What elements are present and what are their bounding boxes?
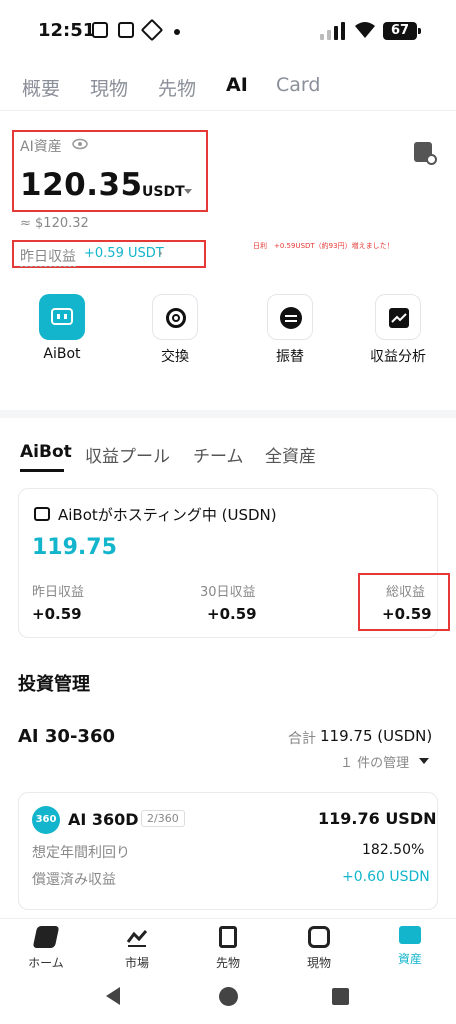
asset-value: 120.35 (20, 167, 143, 203)
robot-icon (34, 507, 50, 521)
nav-market[interactable]: 市場 (102, 926, 172, 971)
tab-spot[interactable]: 現物 (90, 74, 128, 101)
aibot-card-title: AiBotがホスティング中 (USDN) (58, 506, 277, 524)
item-amount: 119.76 USDN (318, 809, 437, 828)
action-label: AiBot (43, 346, 81, 362)
eye-icon[interactable] (72, 138, 88, 150)
wifi-icon (355, 22, 375, 38)
system-nav-bar (0, 970, 456, 1024)
robot-icon[interactable] (39, 294, 85, 340)
status-time: 12:51 (38, 20, 96, 41)
signal-icon (320, 22, 346, 40)
total-value: 119.75 (USDN) (320, 727, 433, 745)
spot-icon (308, 926, 330, 948)
yesterday-value[interactable]: +0.59 USDT (84, 246, 164, 261)
subtab-pool[interactable]: 収益プール (85, 442, 170, 467)
assets-icon (399, 926, 421, 944)
caret-down-icon[interactable] (419, 758, 429, 764)
tab-ai[interactable]: AI (226, 74, 248, 96)
manage-count[interactable]: １ 件の管理 (340, 752, 409, 771)
action-label: 振替 (276, 349, 304, 365)
status-bar: 12:51 67 (0, 0, 456, 62)
recents-icon[interactable] (332, 988, 349, 1005)
battery-icon: 67 (383, 22, 421, 40)
action-label: 交換 (161, 349, 189, 365)
chevron-right-icon[interactable]: › (158, 246, 163, 260)
stat-label: 総収益 (386, 585, 426, 600)
tab-card[interactable]: Card (276, 74, 320, 96)
product-name: AI 30-360 (18, 726, 115, 747)
section-divider (0, 410, 456, 418)
row-label: 償還済み収益 (32, 872, 116, 888)
app-root: 12:51 67 概要 現物 先物 AI Card AI資産 120.35 US… (0, 0, 456, 1024)
notification-icon (92, 22, 108, 38)
stat-label: 30日収益 (200, 585, 256, 600)
row-label: 想定年間利回り (32, 845, 130, 861)
exchange-icon[interactable] (152, 294, 198, 340)
nav-home[interactable]: ホーム (11, 926, 81, 971)
divider (0, 110, 456, 111)
notification-icon (118, 22, 134, 38)
action-label: 収益分析 (370, 349, 426, 365)
asset-unit[interactable]: USDT (142, 184, 185, 200)
stat-label: 昨日収益 (32, 585, 85, 600)
futures-icon (219, 926, 237, 948)
tab-overview[interactable]: 概要 (22, 74, 60, 101)
notification-dot-icon (174, 29, 180, 35)
row-value: +0.60 USDN (342, 869, 430, 885)
home-button-icon[interactable] (219, 987, 238, 1006)
home-icon (32, 926, 60, 948)
item-tag: 2/360 (141, 810, 185, 827)
product-badge-icon: 360 (32, 806, 60, 834)
annotation-note: 日利 +0.59USDT（約93円）増えました！ (253, 242, 394, 250)
yesterday-label: 昨日収益 (20, 246, 76, 267)
subtab-team[interactable]: チーム (193, 442, 244, 467)
clock-icon (426, 154, 437, 165)
item-name: AI 360D (68, 810, 139, 829)
subtab-indicator (20, 469, 64, 472)
tab-futures[interactable]: 先物 (158, 74, 196, 101)
investment-heading: 投資管理 (18, 674, 90, 695)
stat-value: +0.59 (32, 605, 82, 623)
total-label: 合計 (288, 731, 316, 747)
asset-approx: ≈ $120.32 (20, 216, 89, 231)
asset-label: AI資産 (20, 139, 62, 155)
caret-down-icon[interactable] (184, 189, 192, 194)
nav-futures[interactable]: 先物 (193, 926, 263, 971)
back-icon[interactable] (106, 987, 120, 1005)
subtab-all-assets[interactable]: 全資産 (265, 442, 316, 467)
stat-value: +0.59 (382, 605, 432, 623)
nav-assets[interactable]: 資産 (375, 926, 445, 967)
nav-spot[interactable]: 現物 (284, 926, 354, 971)
subtab-aibot[interactable]: AiBot (20, 442, 72, 462)
notification-icon (140, 18, 164, 42)
divider (0, 918, 456, 919)
row-value: 182.50% (362, 842, 425, 858)
stat-value: +0.59 (207, 605, 257, 623)
aibot-card-value: 119.75 (32, 535, 117, 560)
market-icon (126, 930, 148, 947)
transfer-icon[interactable] (267, 294, 313, 340)
chart-icon[interactable] (375, 294, 421, 340)
